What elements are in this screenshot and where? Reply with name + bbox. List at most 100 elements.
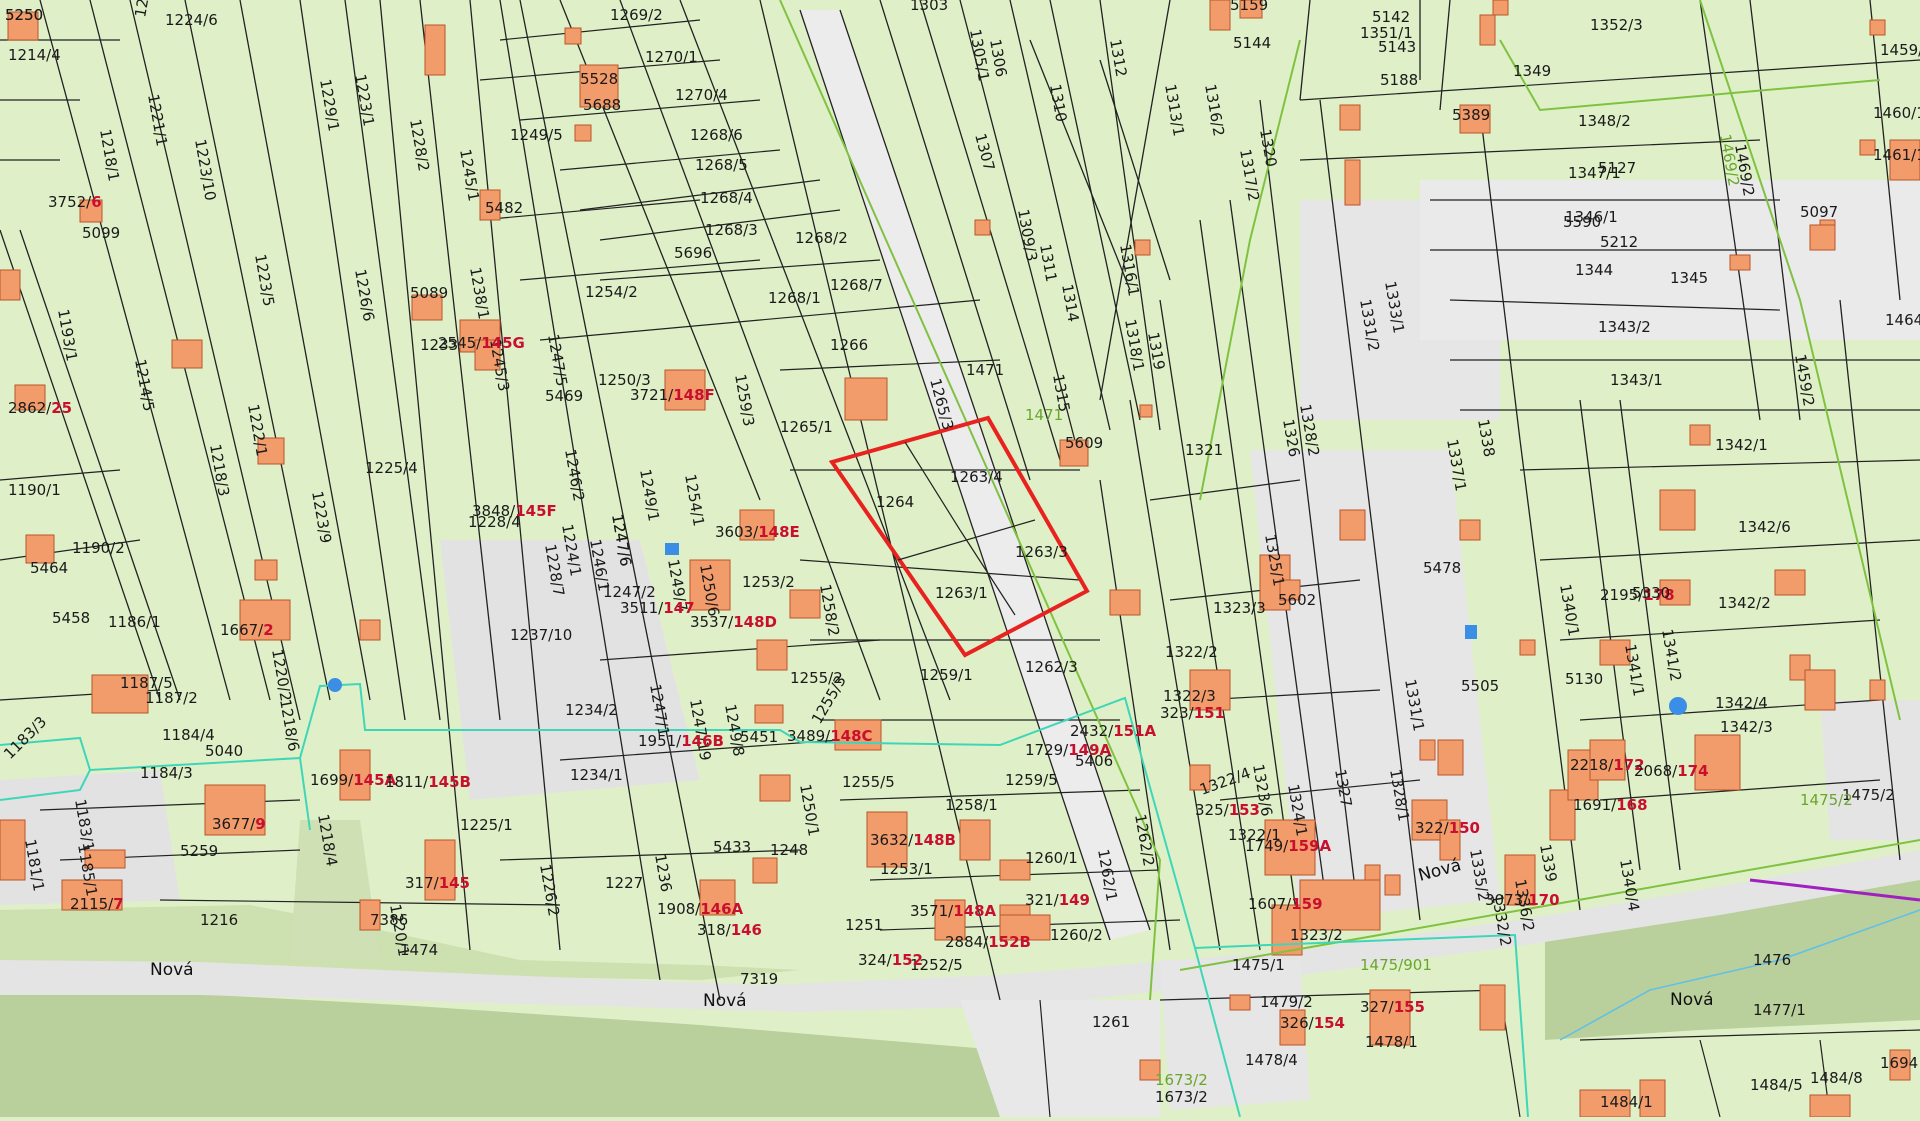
house-number-label: 5188 [1380,71,1418,89]
parcel-label: 1225/1 [460,816,513,834]
parcel-label: 1343/2 [1598,318,1651,336]
house-number-label: 1699/145A [310,771,397,789]
parcel-label: 1349 [1513,62,1551,80]
parcel-label: 1323/3 [1213,599,1266,617]
parcel-label: 1475/1 [1232,956,1285,974]
parcel-label: 1264 [876,493,914,511]
house-number-label: 5040 [205,742,243,760]
parcel-label: 1186/1 [108,613,161,631]
parcel-label: 1187/2 [145,689,198,707]
parcel-label: 1190/2 [72,539,125,557]
house-number-label: 5406 [1075,752,1113,770]
house-number-label: 3073/170 [1485,891,1560,909]
house-number-label: 1908/146A [657,900,744,918]
parcel-label: 1260/2 [1050,926,1103,944]
parcel-label: 1224/6 [165,11,218,29]
parcel-label: 1471 [966,361,1004,379]
parcel-label: 1268/2 [795,229,848,247]
parcel-label: 1342/6 [1738,518,1791,536]
house-number-label: 5142 [1372,8,1410,26]
house-number-label: 323/151 [1160,704,1225,722]
house-number-label: 1951/146B [638,732,724,750]
parcel-label: 1261 [1092,1013,1130,1031]
parcel-label: 1262/3 [1025,658,1078,676]
parcel-label: 1259/5 [1005,771,1058,789]
parcel-label: 1190/1 [8,481,61,499]
house-number-label: 5458 [52,609,90,627]
parcel-label: 1255/5 [842,773,895,791]
parcel-label: 1484/8 [1810,1069,1863,1087]
street-name-label: Nová [150,960,194,980]
parcel-label: 1253/2 [742,573,795,591]
house-number-label: 1691/168 [1573,796,1648,814]
parcel-label: 1303 [910,0,948,14]
house-number-label: 1667/2 [220,621,274,639]
house-number-label: 5469 [545,387,583,405]
house-number-label: 322/150 [1415,819,1480,837]
house-number-label: 325/153 [1195,801,1260,819]
green-parcel-label: 1475/2 [1800,791,1853,809]
parcel-label: 1263/4 [950,468,1003,486]
house-number-label: 5099 [82,224,120,242]
house-number-label: 3752/6 [48,193,102,211]
house-number-label: 5590 [1563,213,1601,231]
parcel-label: 1269/2 [610,6,663,24]
parcel-label: 1342/3 [1720,718,1773,736]
parcel-label: 1216 [200,911,238,929]
house-number-label: 5159 [1230,0,1268,14]
parcel-label: 1342/4 [1715,694,1768,712]
parcel-label: 1478/4 [1245,1051,1298,1069]
parcel-label: 1268/1 [768,289,821,307]
parcel-label: 1459/1 [1880,41,1920,59]
house-number-label: 2068/174 [1634,762,1709,780]
parcel-label: 1484/5 [1750,1076,1803,1094]
house-number-label: 5097 [1800,203,1838,221]
parcel-label: 1477/1 [1753,1001,1806,1019]
green-parcel-label: 1673/2 [1155,1071,1208,1089]
house-number-label: 5089 [410,284,448,302]
parcel-label: 1248 [770,841,808,859]
parcel-label: 1476 [1753,951,1791,969]
house-number-label: 5127 [1598,159,1636,177]
parcel-label: 1268/6 [690,126,743,144]
house-number-label: 5602 [1278,591,1316,609]
house-number-label: 1322/3 [1163,687,1216,705]
parcel-label: 1268/4 [700,189,753,207]
house-number-label: 5212 [1600,233,1638,251]
house-number-label: 3677/9 [212,815,266,833]
parcel-label: 1270/1 [645,48,698,66]
parcel-label: 1344 [1575,261,1613,279]
parcel-label: 1694 [1880,1054,1918,1072]
parcel-label: 1237/10 [510,626,572,644]
house-number-label: 2862/25 [8,399,72,417]
green-parcel-label: 1475/901 [1360,956,1432,974]
green-parcel-label: 1471 [1025,406,1063,424]
parcel-label: 1234/2 [565,701,618,719]
house-number-label: 5250 [5,6,43,24]
parcel-label: 1266 [830,336,868,354]
parcel-label: 1478/1 [1365,1033,1418,1051]
house-number-label: 3511/147 [620,599,695,617]
parcel-label: 1184/3 [140,764,193,782]
house-number-label: 3537/148D [690,613,777,631]
parcel-label: 1479/2 [1260,993,1313,1011]
parcel-label: 1263/1 [935,584,988,602]
house-number-label: 5330 [1632,584,1670,602]
parcel-label: 1251 [845,916,883,934]
house-number-label: 317/145 [405,874,470,892]
house-number-label: 5259 [180,842,218,860]
house-number-label: 327/155 [1360,998,1425,1016]
house-number-label: 2115/7 [70,895,124,913]
house-number-label: 3721/148F [630,386,715,404]
parcel-label: 1254/2 [585,283,638,301]
parcel-label: 1322/2 [1165,643,1218,661]
house-number-label: 3848/145F [472,502,557,520]
house-number-label: 5609 [1065,434,1103,452]
house-number-label: 1749/159A [1245,837,1332,855]
house-number-label: 2545/145G [438,334,525,352]
cadastral-map[interactable]: 52501214/41224/61224/71229/11223/11218/1… [0,0,1920,1118]
house-number-label: 3603/148E [715,523,800,541]
parcel-label: 1268/3 [705,221,758,239]
parcel-label: 1268/7 [830,276,883,294]
house-number-label: 5505 [1461,677,1499,695]
